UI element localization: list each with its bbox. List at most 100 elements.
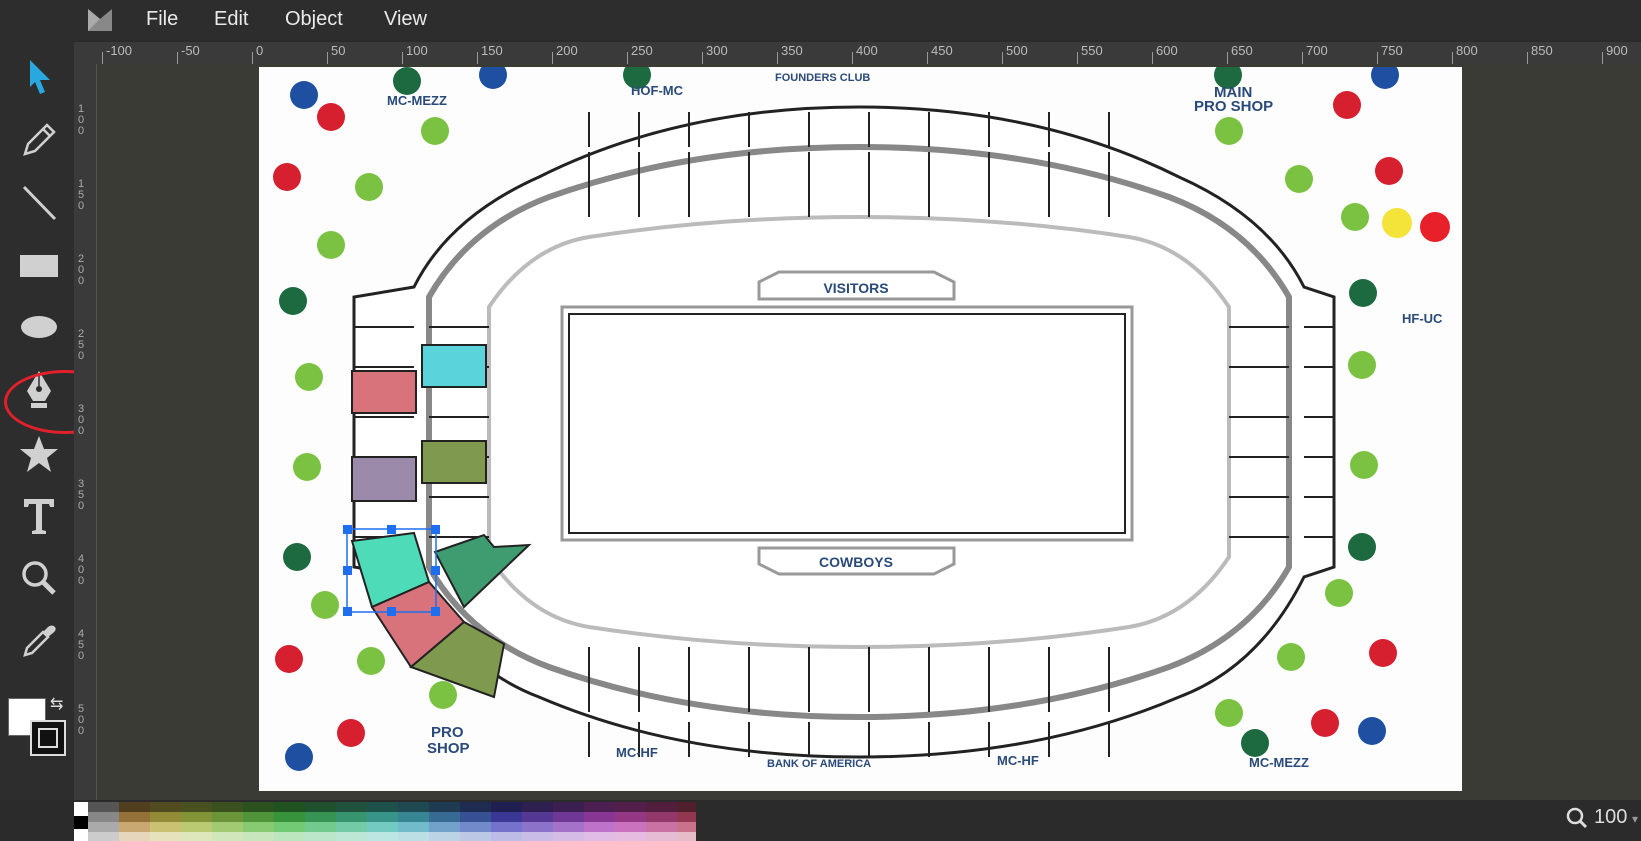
palette-swatch[interactable] [88,802,119,812]
palette-swatch[interactable] [88,812,119,822]
menu-view[interactable]: View [384,8,427,31]
chevron-down-icon[interactable]: ▾ [1632,812,1638,826]
section-red-left[interactable] [351,370,417,414]
palette-swatch[interactable] [553,832,584,841]
palette-swatch[interactable] [615,822,646,832]
selection-handle[interactable] [431,525,440,534]
palette-swatch[interactable] [646,822,677,832]
palette-swatch[interactable] [367,822,398,832]
palette-swatch[interactable] [367,802,398,812]
star-tool-button[interactable] [14,429,64,479]
palette-swatch[interactable] [119,802,150,812]
palette-swatch[interactable] [243,802,274,812]
palette-swatch[interactable] [491,832,522,841]
palette-swatch[interactable] [460,812,491,822]
palette-swatch[interactable] [119,832,150,841]
palette-swatch[interactable] [584,832,615,841]
palette-swatch[interactable] [522,822,553,832]
palette-swatch[interactable] [305,802,336,812]
menu-object[interactable]: Object [285,8,343,31]
section-cyan[interactable] [421,344,487,388]
palette-swatch[interactable] [367,832,398,841]
rectangle-tool-button[interactable] [14,241,64,291]
selection-handle[interactable] [343,607,352,616]
palette-swatch[interactable] [398,832,429,841]
palette-swatch[interactable] [274,812,305,822]
stroke-color-swatch[interactable] [30,720,66,756]
palette-swatch[interactable] [88,822,119,832]
palette-swatch[interactable] [646,812,677,822]
select-tool-button[interactable] [14,52,64,102]
palette-swatch[interactable] [150,832,181,841]
ellipse-tool-button[interactable] [14,302,64,352]
drawing-canvas[interactable]: VISITORS COWBOYS MC-MEZZ HOF-MC FOUNDERS… [259,67,1462,791]
zoom-level-value[interactable]: 100 [1594,806,1627,829]
palette-swatch[interactable] [336,822,367,832]
palette-swatch[interactable] [336,802,367,812]
palette-swatch[interactable] [615,802,646,812]
menu-file[interactable]: File [146,8,178,31]
palette-swatch[interactable] [243,832,274,841]
palette-swatch[interactable] [429,802,460,812]
selection-handle[interactable] [431,566,440,575]
palette-swatch[interactable] [150,822,181,832]
palette-swatch[interactable] [74,829,88,841]
palette-swatch[interactable] [491,822,522,832]
palette-swatch[interactable] [274,832,305,841]
palette-swatch[interactable] [398,822,429,832]
palette-swatch[interactable] [305,812,336,822]
menu-edit[interactable]: Edit [214,8,248,31]
palette-swatch[interactable] [181,832,212,841]
palette-swatch[interactable] [584,802,615,812]
palette-swatch[interactable] [119,812,150,822]
text-tool-button[interactable] [14,491,64,541]
section-purple[interactable] [351,456,417,502]
palette-swatch[interactable] [336,832,367,841]
palette-swatch[interactable] [553,802,584,812]
palette-swatch[interactable] [646,832,677,841]
palette-swatch-none[interactable] [74,802,88,816]
selection-handle[interactable] [343,525,352,534]
palette-swatch[interactable] [181,822,212,832]
palette-swatch[interactable] [491,802,522,812]
palette-swatch[interactable] [212,802,243,812]
palette-swatch[interactable] [212,832,243,841]
palette-swatch[interactable] [429,812,460,822]
palette-swatch[interactable] [367,812,398,822]
palette-swatch[interactable] [150,802,181,812]
palette-swatch[interactable] [553,812,584,822]
palette-swatch[interactable] [584,812,615,822]
palette-swatch[interactable] [615,832,646,841]
palette-swatch[interactable] [398,812,429,822]
palette-swatch[interactable] [522,802,553,812]
palette-swatch[interactable] [646,802,677,812]
palette-swatch[interactable] [150,812,181,822]
palette-swatch[interactable] [305,832,336,841]
palette-swatch[interactable] [460,832,491,841]
palette-swatch[interactable] [74,816,88,829]
palette-swatch[interactable] [522,832,553,841]
palette-swatch[interactable] [615,812,646,822]
palette-swatch[interactable] [181,802,212,812]
selection-handle[interactable] [343,566,352,575]
palette-swatch[interactable] [491,812,522,822]
section-olive-inner[interactable] [421,440,487,484]
pencil-tool-button[interactable] [14,115,64,165]
palette-swatch[interactable] [677,832,696,841]
palette-swatch[interactable] [398,802,429,812]
palette-swatch[interactable] [677,822,696,832]
palette-swatch[interactable] [274,802,305,812]
palette-swatch[interactable] [522,812,553,822]
palette-swatch[interactable] [212,822,243,832]
swap-colors-icon[interactable]: ⇆ [50,694,63,714]
selection-handle[interactable] [387,525,396,534]
color-palette[interactable] [74,802,696,841]
palette-swatch[interactable] [181,812,212,822]
palette-swatch[interactable] [429,822,460,832]
palette-swatch[interactable] [243,822,274,832]
zoom-tool-button[interactable] [14,553,64,603]
line-tool-button[interactable] [14,178,64,228]
palette-swatch[interactable] [677,812,696,822]
palette-swatch[interactable] [584,822,615,832]
palette-swatch[interactable] [119,822,150,832]
